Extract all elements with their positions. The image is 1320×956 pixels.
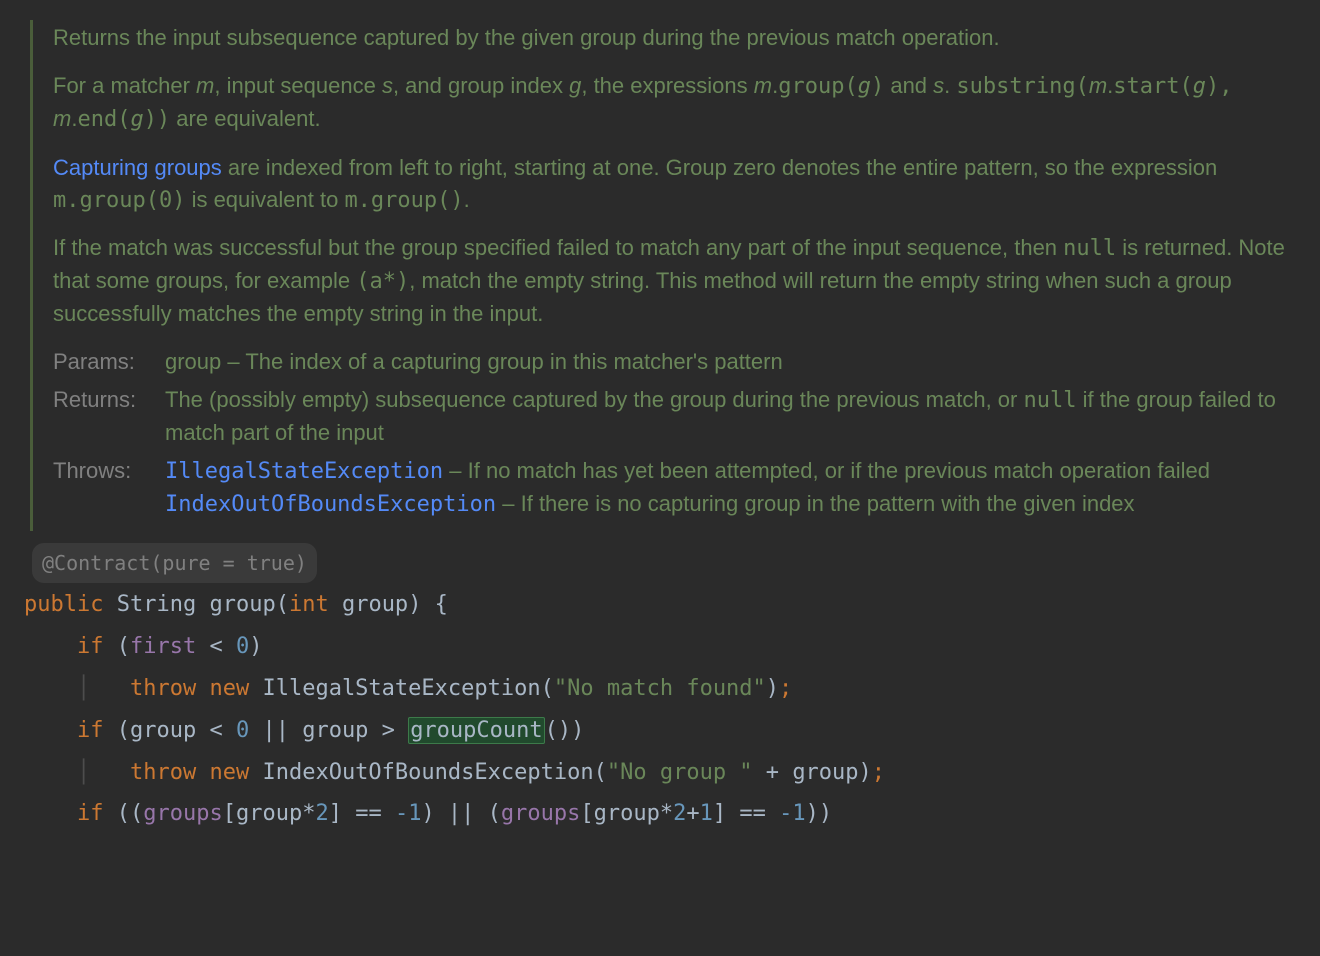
throws-label: Throws: [53,455,153,487]
returns-body: The (possibly empty) subsequence capture… [165,384,1300,449]
returns-label: Returns: [53,384,153,416]
javadoc-paragraph: Returns the input subsequence captured b… [53,22,1300,54]
javadoc-paragraph: Capturing groups are indexed from left t… [53,152,1300,217]
params-label: Params: [53,346,153,378]
exception-link[interactable]: IllegalStateException [165,459,443,484]
code-editor[interactable]: @Contract(pure = true) public String gro… [0,543,1320,848]
javadoc-paragraph: For a matcher m, input sequence s, and g… [53,70,1300,136]
javadoc-block: Returns the input subsequence captured b… [30,20,1320,531]
javadoc-returns: Returns: The (possibly empty) subsequenc… [53,384,1300,449]
params-body: group – The index of a capturing group i… [165,346,1300,378]
exception-link[interactable]: IndexOutOfBoundsException [165,492,496,517]
contract-annotation: @Contract(pure = true) [32,543,317,583]
javadoc-params: Params: group – The index of a capturing… [53,346,1300,378]
javadoc-paragraph: If the match was successful but the grou… [53,232,1300,330]
capturing-groups-link[interactable]: Capturing groups [53,155,222,180]
throws-body: IllegalStateException – If no match has … [165,455,1300,521]
javadoc-throws: Throws: IllegalStateException – If no ma… [53,455,1300,521]
highlighted-identifier[interactable]: groupCount [408,717,544,744]
